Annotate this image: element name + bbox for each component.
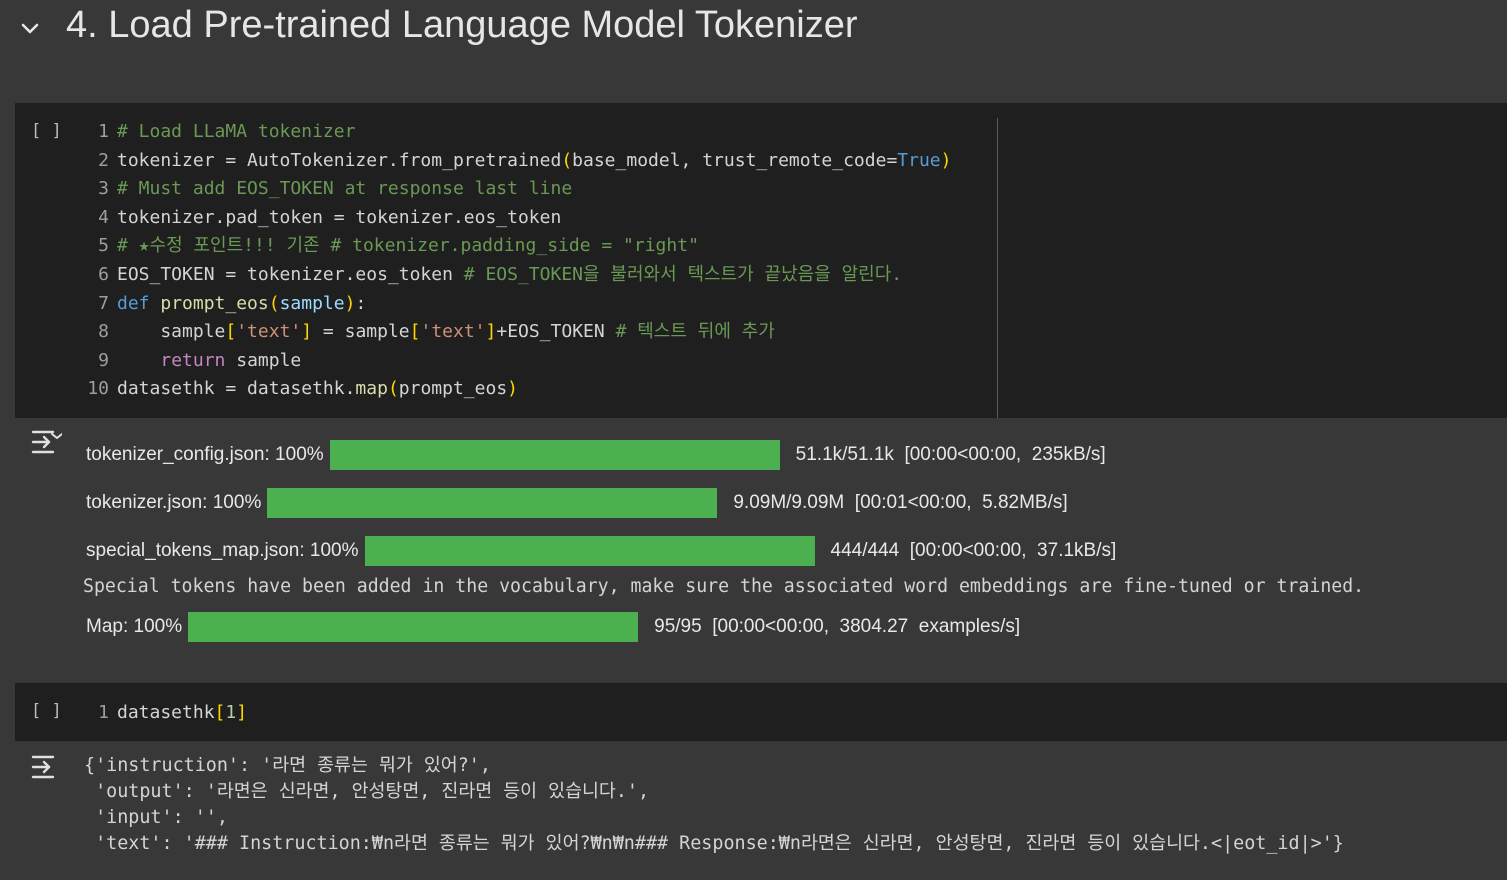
progress-row-tokenizer-config: tokenizer_config.json: 100% 51.1k/51.1k …: [86, 440, 1106, 470]
progress-bar: [188, 612, 639, 642]
progress-label: special_tokens_map.json: 100%: [86, 540, 359, 561]
chevron-down-icon[interactable]: [18, 16, 42, 40]
progress-bar: [267, 488, 718, 518]
progress-row-tokenizer-json: tokenizer.json: 100% 9.09M/9.09M [00:01<…: [86, 488, 1068, 518]
section-title: 4. Load Pre-trained Language Model Token…: [66, 4, 858, 46]
code-line: 1 datasethk[1]: [98, 702, 248, 723]
warning-text: Special tokens have been added in the vo…: [83, 576, 1365, 597]
editor-ruler: [997, 118, 998, 418]
progress-bar: [364, 536, 815, 566]
code-cell-1[interactable]: [ ] 1 # Load LLaMA tokenizer 2 tokenizer =…: [15, 103, 1507, 418]
progress-stats: 95/95 [00:00<00:00, 3804.27 examples/s]: [654, 616, 1021, 637]
section-header: 4. Load Pre-trained Language Model Token…: [0, 0, 1507, 60]
code-editor[interactable]: 1 # Load LLaMA tokenizer 2 tokenizer = Aut…: [83, 118, 951, 404]
code-line: 7 def prompt_eos(sample):: [98, 292, 367, 314]
code-line: 2 tokenizer = AutoTokenizer.from_pretrain…: [98, 149, 952, 171]
code-cell-2[interactable]: [ ] 1 datasethk[1]: [15, 683, 1507, 741]
code-line: 9 return sample: [98, 349, 302, 371]
code-editor[interactable]: 1 datasethk[1]: [83, 699, 247, 728]
output-line: 'input': '',: [84, 807, 228, 828]
output-line: {'instruction': '라면 종류는 뭐가 있어?',: [84, 755, 491, 776]
code-line: 6 EOS_TOKEN = tokenizer.eos_token # EOS_T…: [98, 263, 903, 285]
progress-row-special-tokens: special_tokens_map.json: 100% 444/444 [0…: [86, 536, 1116, 566]
output-line: 'output': '라면은 신라면, 안성탕면, 진라면 등이 있습니다.',: [84, 781, 650, 802]
progress-label: Map: 100%: [86, 616, 183, 637]
run-cell-button[interactable]: [ ]: [31, 701, 62, 721]
progress-stats: 444/444 [00:00<00:00, 37.1kB/s]: [830, 540, 1117, 561]
code-line: 1 # Load LLaMA tokenizer: [98, 121, 356, 142]
output-text: {'instruction': '라면 종류는 뭐가 있어?', 'output…: [84, 753, 1344, 857]
progress-stats: 51.1k/51.1k [00:00<00:00, 235kB/s]: [795, 444, 1106, 465]
code-line: 8 sample['text'] = sample['text']+EOS_TO…: [98, 321, 775, 343]
code-line: 10 datasethk = datasethk.map(prompt_eos): [87, 378, 518, 400]
progress-label: tokenizer.json: 100%: [86, 492, 262, 513]
code-line: 5 # ★수정 포인트!!! 기존 # tokenizer.padding_sid…: [98, 235, 699, 257]
run-cell-button[interactable]: [ ]: [31, 121, 62, 141]
progress-label: tokenizer_config.json: 100%: [86, 444, 324, 465]
progress-bar: [329, 440, 780, 470]
code-line: 4 tokenizer.pad_token = tokenizer.eos_tok…: [98, 206, 562, 228]
progress-stats: 9.09M/9.09M [00:01<00:00, 5.82MB/s]: [733, 492, 1068, 513]
output-toggle-icon[interactable]: [30, 428, 62, 456]
output-toggle-icon[interactable]: [30, 753, 62, 781]
output-line: 'text': '### Instruction:₩n라면 종류는 뭐가 있어?…: [84, 833, 1344, 854]
progress-row-map: Map: 100% 95/95 [00:00<00:00, 3804.27 ex…: [86, 612, 1020, 642]
code-line: 3 # Must add EOS_TOKEN at response last l…: [98, 178, 573, 200]
